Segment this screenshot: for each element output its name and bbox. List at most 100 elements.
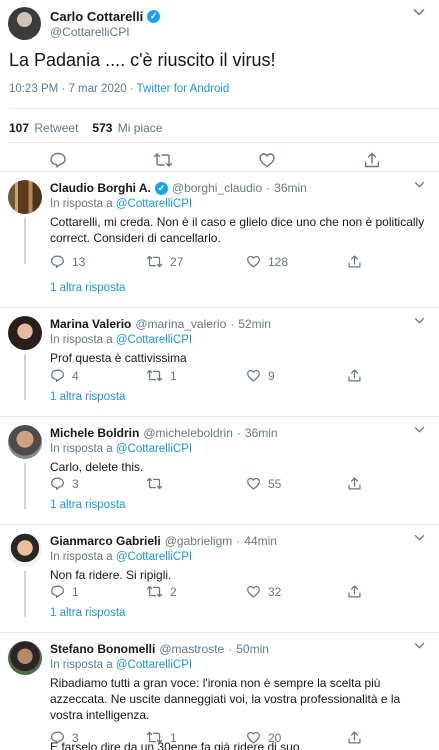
retweets-stat[interactable]: 107 Retweet bbox=[9, 121, 78, 135]
like-icon[interactable] bbox=[246, 368, 261, 383]
chevron-down-icon[interactable] bbox=[414, 642, 425, 649]
like-icon[interactable] bbox=[246, 584, 261, 599]
reply-time[interactable]: 36min bbox=[274, 181, 307, 195]
retweet-icon[interactable] bbox=[146, 584, 163, 599]
reply-text-paragraph: Prof questa è cattivissima bbox=[50, 351, 187, 365]
avatar[interactable] bbox=[8, 316, 42, 350]
reply-time[interactable]: 44min bbox=[244, 534, 277, 548]
reply-time[interactable]: 50min bbox=[236, 642, 269, 656]
chevron-down-icon[interactable] bbox=[414, 426, 425, 433]
author-name[interactable]: Carlo Cottarelli ✓ bbox=[50, 9, 161, 24]
retweet-action[interactable]: 27 bbox=[146, 254, 183, 269]
like-icon[interactable] bbox=[246, 730, 261, 745]
dot-separator: · bbox=[228, 642, 233, 656]
reply-time[interactable]: 52min bbox=[238, 317, 271, 331]
chevron-down-icon[interactable] bbox=[414, 534, 425, 541]
likes-stat[interactable]: 573 Mi piace bbox=[92, 121, 162, 135]
reply-actions: 13 27 128 bbox=[0, 254, 439, 270]
show-more-replies-link[interactable]: 1 altra risposta bbox=[50, 391, 125, 403]
divider bbox=[9, 108, 439, 109]
like-action[interactable]: 55 bbox=[246, 476, 281, 491]
reply-author-handle[interactable]: @borghi_claudio bbox=[172, 181, 262, 195]
reply-author-name[interactable]: Stefano Bonomelli bbox=[50, 642, 155, 656]
reply-icon[interactable] bbox=[50, 584, 65, 599]
reply-author-handle[interactable]: @gabrieligm bbox=[165, 534, 233, 548]
reply-action[interactable]: 3 bbox=[50, 730, 79, 745]
retweet-icon[interactable] bbox=[146, 368, 163, 383]
reply-author-name[interactable]: Gianmarco Gabrieli bbox=[50, 534, 161, 548]
retweet-icon[interactable] bbox=[153, 151, 173, 169]
like-icon[interactable] bbox=[246, 254, 261, 269]
reply-author-name[interactable]: Claudio Borghi A. bbox=[50, 181, 151, 195]
reply-author-handle[interactable]: @mastroste bbox=[159, 642, 224, 656]
reply-count: 13 bbox=[72, 254, 86, 269]
reply-mention[interactable]: @CottarelliCPI bbox=[116, 659, 192, 671]
show-more-replies-link[interactable]: 1 altra risposta bbox=[50, 499, 125, 511]
author-handle[interactable]: @CottarelliCPI bbox=[50, 25, 130, 39]
avatar[interactable] bbox=[8, 425, 42, 459]
reply-tweet[interactable]: Michele Boldrin @micheleboldrin · 36min … bbox=[0, 417, 439, 525]
reply-tweet[interactable]: Claudio Borghi A. ✓ @borghi_claudio · 36… bbox=[0, 172, 439, 308]
share-icon[interactable] bbox=[347, 476, 362, 491]
retweet-action[interactable] bbox=[146, 476, 170, 491]
reply-mention[interactable]: @CottarelliCPI bbox=[116, 551, 192, 563]
reply-author-name[interactable]: Michele Boldrin bbox=[50, 426, 139, 440]
retweet-icon[interactable] bbox=[146, 730, 163, 745]
tweet-timestamp[interactable]: 10:23 PM · 7 mar 2020 bbox=[9, 83, 127, 95]
reply-action[interactable]: 4 bbox=[50, 368, 79, 383]
chevron-down-icon[interactable] bbox=[413, 8, 425, 16]
reply-tweet[interactable]: Stefano Bonomelli @mastroste · 50min In … bbox=[0, 633, 439, 750]
reply-count: 4 bbox=[72, 368, 79, 383]
share-icon[interactable] bbox=[347, 368, 362, 383]
reply-text: Cottarelli, mi creda. Non è il caso e gl… bbox=[50, 214, 430, 246]
share-action[interactable] bbox=[347, 584, 362, 599]
avatar[interactable] bbox=[8, 533, 42, 567]
share-action[interactable] bbox=[347, 254, 362, 269]
reply-action[interactable]: 3 bbox=[50, 476, 79, 491]
like-action[interactable]: 128 bbox=[246, 254, 288, 269]
reply-mention[interactable]: @CottarelliCPI bbox=[116, 443, 192, 455]
author-name-text[interactable]: Carlo Cottarelli bbox=[50, 9, 143, 24]
retweet-action[interactable]: 2 bbox=[146, 584, 177, 599]
chevron-down-icon[interactable] bbox=[414, 317, 425, 324]
share-action[interactable] bbox=[347, 476, 362, 491]
reply-author-handle[interactable]: @marina_valerio bbox=[135, 317, 226, 331]
avatar[interactable] bbox=[8, 641, 42, 675]
reply-icon[interactable] bbox=[49, 151, 67, 169]
share-icon[interactable] bbox=[347, 730, 362, 745]
retweet-icon[interactable] bbox=[146, 254, 163, 269]
like-icon[interactable] bbox=[258, 151, 276, 169]
reply-mention[interactable]: @CottarelliCPI bbox=[116, 198, 192, 210]
retweet-icon[interactable] bbox=[146, 476, 163, 491]
reply-mention[interactable]: @CottarelliCPI bbox=[116, 334, 192, 346]
like-icon[interactable] bbox=[246, 476, 261, 491]
reply-action[interactable]: 1 bbox=[50, 584, 79, 599]
avatar[interactable] bbox=[8, 180, 42, 214]
share-icon[interactable] bbox=[347, 584, 362, 599]
reply-tweet[interactable]: Gianmarco Gabrieli @gabrieligm · 44min I… bbox=[0, 525, 439, 633]
in-reply-to: In risposta a @CottarelliCPI bbox=[50, 334, 192, 346]
show-more-replies-link[interactable]: 1 altra risposta bbox=[50, 282, 125, 294]
share-action[interactable] bbox=[347, 730, 362, 745]
reply-action[interactable]: 13 bbox=[50, 254, 85, 269]
chevron-down-icon[interactable] bbox=[414, 181, 425, 188]
reply-time[interactable]: 36min bbox=[245, 426, 278, 440]
avatar[interactable] bbox=[8, 7, 41, 40]
reply-icon[interactable] bbox=[50, 368, 65, 383]
reply-icon[interactable] bbox=[50, 254, 65, 269]
like-action[interactable]: 20 bbox=[246, 730, 281, 745]
reply-author-name[interactable]: Marina Valerio bbox=[50, 317, 131, 331]
reply-icon[interactable] bbox=[50, 730, 65, 745]
reply-tweet[interactable]: Marina Valerio @marina_valerio · 52min I… bbox=[0, 308, 439, 417]
retweet-action[interactable]: 1 bbox=[146, 368, 177, 383]
reply-icon[interactable] bbox=[50, 476, 65, 491]
share-action[interactable] bbox=[347, 368, 362, 383]
like-action[interactable]: 9 bbox=[246, 368, 275, 383]
share-icon[interactable] bbox=[347, 254, 362, 269]
reply-author-handle[interactable]: @micheleboldrin bbox=[143, 426, 233, 440]
like-action[interactable]: 32 bbox=[246, 584, 281, 599]
retweet-action[interactable]: 1 bbox=[146, 730, 177, 745]
share-icon[interactable] bbox=[363, 151, 381, 169]
show-more-replies-link[interactable]: 1 altra risposta bbox=[50, 607, 125, 619]
tweet-source[interactable]: Twitter for Android bbox=[137, 83, 230, 95]
